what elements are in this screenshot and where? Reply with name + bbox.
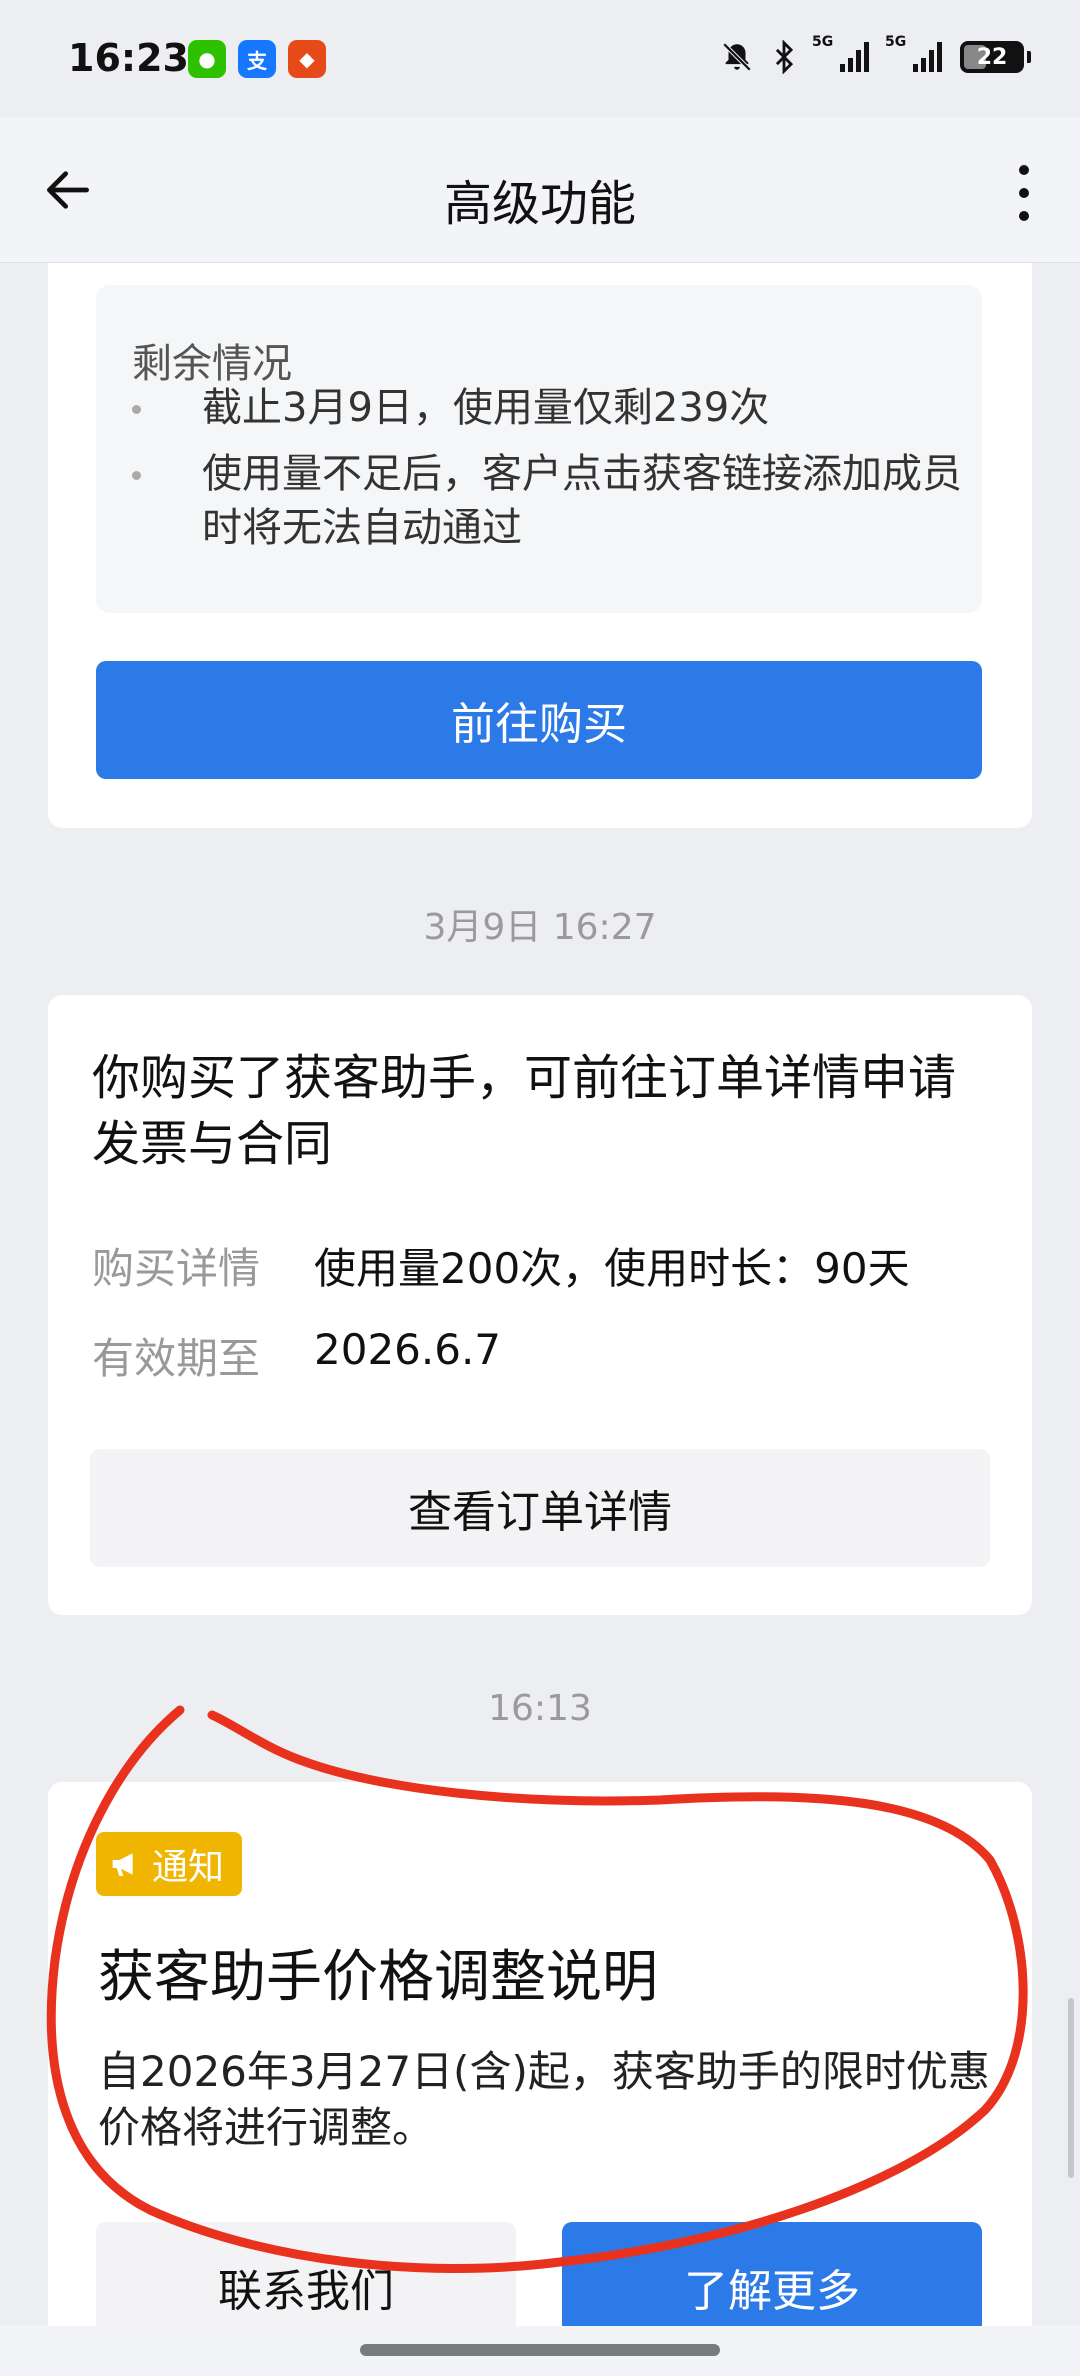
- alipay-icon: 支: [238, 40, 276, 78]
- usage-remaining-card: 剩余情况 截止3月9日，使用量仅剩239次 使用量不足后，客户点击获客链接添加成…: [48, 263, 1032, 828]
- network-type-1: 5G: [812, 34, 834, 50]
- message-timestamp: 3月9日 16:27: [423, 907, 657, 948]
- detail-value: 2026.6.7: [314, 1325, 502, 1374]
- scrollbar-thumb[interactable]: [1068, 1998, 1074, 2178]
- status-app-icons: ● 支 ◆: [188, 40, 326, 78]
- app-red-icon: ◆: [288, 40, 326, 78]
- signal-strength-2-icon: 5G: [885, 34, 942, 72]
- notice-title: 获客助手价格调整说明: [98, 1945, 658, 2010]
- remaining-bullet-item: 截止3月9日，使用量仅剩239次: [132, 381, 972, 435]
- signal-strength-1-icon: 5G: [812, 34, 869, 72]
- home-indicator[interactable]: [360, 2344, 720, 2356]
- nav-bar: 高级功能: [0, 118, 1080, 263]
- battery-level: 22: [976, 44, 1008, 70]
- view-order-details-button[interactable]: 查看订单详情: [90, 1449, 990, 1567]
- notice-badge-label: 通知: [152, 1847, 225, 1888]
- mute-bell-icon: [722, 42, 752, 72]
- detail-label: 购买详情: [92, 1244, 261, 1293]
- battery-icon: 22: [960, 41, 1031, 73]
- detail-value: 使用量200次，使用时长：90天: [314, 1244, 910, 1293]
- message-timestamp: 16:13: [488, 1688, 592, 1729]
- notice-body: 自2026年3月27日(含)起，获客助手的限时优惠价格将进行调整。: [98, 2047, 990, 2152]
- go-buy-button[interactable]: 前往购买: [96, 661, 982, 779]
- wechat-icon: ●: [188, 40, 226, 78]
- remaining-bullet-item: 使用量不足后，客户点击获客链接添加成员时将无法自动通过: [132, 447, 972, 555]
- status-bar: 16:23 ● 支 ◆ 5G 5G 22: [0, 0, 1080, 118]
- more-options-button[interactable]: [996, 158, 1052, 228]
- purchase-title: 你购买了获客助手，可前往订单详情申请发票与合同: [92, 1050, 957, 1172]
- more-dot-icon: [1019, 165, 1029, 175]
- expiry-row: 有效期至 2026.6.7: [92, 1325, 501, 1386]
- more-dot-icon: [1019, 188, 1029, 198]
- status-indicators: 5G 5G 22: [720, 34, 1031, 74]
- page-title: 高级功能: [443, 176, 636, 232]
- notice-badge: 通知: [96, 1832, 243, 1896]
- megaphone-icon: [112, 1853, 133, 1876]
- purchase-detail-row: 购买详情 使用量200次，使用时长：90天: [92, 1235, 910, 1296]
- detail-label: 有效期至: [92, 1334, 261, 1383]
- network-type-2: 5G: [885, 34, 907, 50]
- status-time: 16:23: [68, 36, 189, 80]
- bluetooth-icon: [775, 40, 794, 74]
- purchase-card: 你购买了获客助手，可前往订单详情申请发票与合同 购买详情 使用量200次，使用时…: [48, 995, 1032, 1615]
- notice-card[interactable]: 通知 获客助手价格调整说明 自2026年3月27日(含)起，获客助手的限时优惠价…: [48, 1782, 1032, 2376]
- more-dot-icon: [1019, 211, 1029, 221]
